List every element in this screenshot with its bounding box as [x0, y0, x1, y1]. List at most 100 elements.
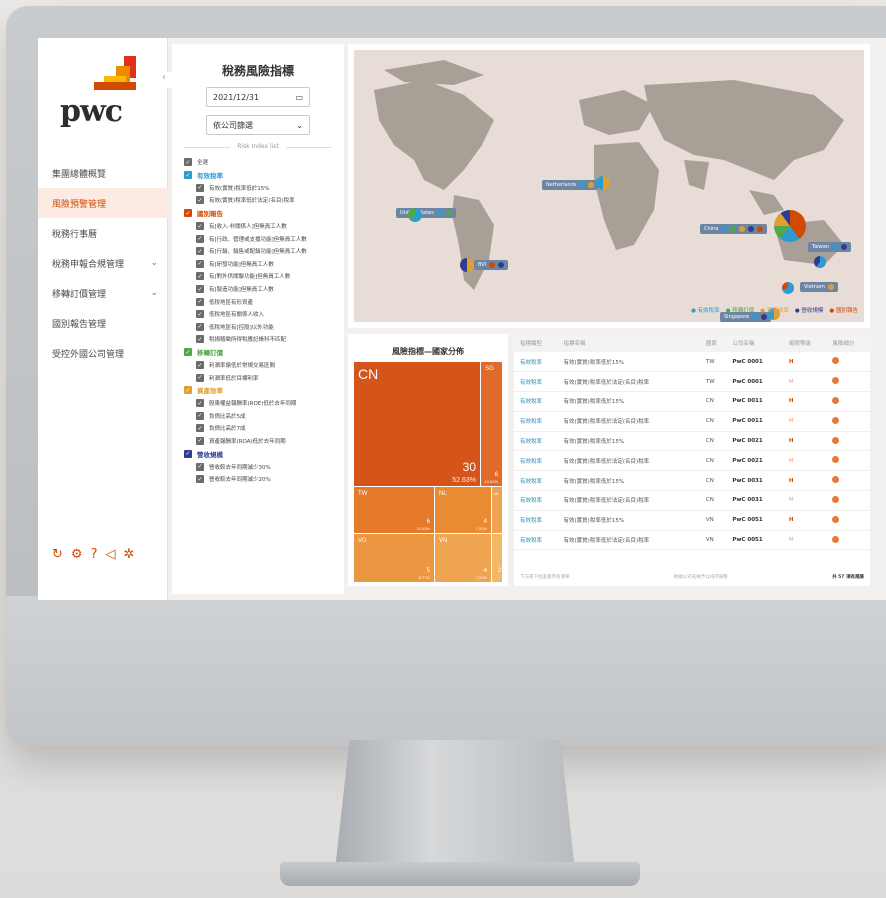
risk-item-checkbox[interactable]: ✓ 營收較去年同期減少20%: [184, 473, 332, 486]
treemap-cell-vg[interactable]: VG 5 8.77%: [354, 534, 434, 582]
table-row[interactable]: 有效稅率 有效(實質)稅率低於法定(名目)稅率 TW PwC 0001 M: [514, 371, 870, 393]
map-label-vietnam[interactable]: Vietnam: [800, 282, 838, 292]
treemap-cell-other[interactable]: 2: [492, 534, 502, 582]
table-row[interactable]: 有效稅率 有效(實質)稅率低於法定(名目)稅率 VN PwC 0051 M: [514, 530, 870, 551]
treemap-cell-sg[interactable]: SG 6 10.53%: [481, 362, 502, 486]
risk-detail-cell[interactable]: [826, 411, 870, 432]
table-row[interactable]: 有效稅率 有效(實質)稅率低於15% CN PwC 0021 H: [514, 431, 870, 452]
risk-detail-cell[interactable]: [826, 352, 870, 373]
risk-item-checkbox[interactable]: ✓ 低稅地區有[控股]以外功能: [184, 321, 332, 334]
column-header[interactable]: 公司名稱: [726, 334, 783, 352]
column-header[interactable]: 風險等級: [782, 334, 827, 352]
sidebar-item-2[interactable]: 稅務行事曆: [38, 218, 168, 248]
risk-item-checkbox[interactable]: ✓ 有效(實質)稅率低於15%: [184, 182, 332, 195]
sidebar-item-1[interactable]: 風險預警管理: [38, 188, 168, 218]
risk-item-checkbox[interactable]: ✓ 有[對外供關聯功能]但無員工人數: [184, 270, 332, 283]
column-header[interactable]: 指標名稱: [557, 334, 700, 352]
risk-detail-icon[interactable]: [832, 456, 840, 464]
indicator-type-cell[interactable]: 有效稅率: [514, 450, 558, 472]
pie-united-states[interactable]: [408, 208, 422, 222]
risk-detail-icon[interactable]: [832, 357, 840, 365]
risk-item-checkbox[interactable]: ✓ 有[行銷、銷售或配銷功能]但無員工人數: [184, 245, 332, 258]
treemap-cell-tw[interactable]: TW 6 10.53%: [354, 487, 434, 533]
help-icon[interactable]: ?: [91, 547, 98, 562]
indicator-type-cell[interactable]: 有效稅率: [514, 391, 558, 412]
map-label-bvi[interactable]: BVI: [474, 260, 509, 270]
risk-detail-cell[interactable]: [826, 450, 870, 472]
map-label-united-states[interactable]: United States: [396, 208, 456, 218]
indicator-type-cell[interactable]: 有效稅率: [514, 431, 558, 452]
pie-china[interactable]: [774, 210, 806, 242]
indicator-type-cell[interactable]: 有效稅率: [514, 510, 558, 531]
risk-item-checkbox[interactable]: ✓ 負債比高於5成: [184, 410, 332, 423]
legend-item[interactable]: ● 移轉訂價: [726, 306, 755, 314]
risk-group-checkbox[interactable]: ✓ 營收規模: [184, 447, 332, 460]
indicator-type-cell[interactable]: 有效稅率: [514, 411, 558, 432]
treemap-cell-uk[interactable]: UK: [492, 487, 502, 533]
pie-vietnam[interactable]: [782, 282, 794, 294]
risk-item-checkbox[interactable]: ✓ 有效(實質)稅率低於法定(名目)稅率: [184, 194, 332, 207]
risk-detail-icon[interactable]: [832, 476, 840, 484]
table-row[interactable]: 有效稅率 有效(實質)稅率低於法定(名目)稅率 CN PwC 0011 M: [514, 411, 870, 432]
risk-group-checkbox[interactable]: ✓ 資產效率: [184, 384, 332, 397]
legend-item[interactable]: ● 國別報告: [829, 306, 858, 314]
treemap-cell-cn[interactable]: CN 30 52.63%: [354, 362, 480, 486]
risk-detail-cell[interactable]: [826, 510, 870, 531]
collapse-sidebar-icon[interactable]: ‹: [162, 72, 172, 88]
risk-detail-icon[interactable]: [832, 515, 840, 523]
column-header[interactable]: 指標類型: [514, 334, 558, 352]
column-header[interactable]: 國家: [699, 334, 727, 352]
date-picker[interactable]: 2021/12/31 ▭: [206, 87, 310, 107]
risk-item-checkbox[interactable]: ✓ 低稅地區有形資產: [184, 295, 332, 308]
risk-item-checkbox[interactable]: ✓ 股東權益報酬率(ROE)低於去年同期: [184, 397, 332, 410]
risk-detail-icon[interactable]: [832, 495, 840, 503]
indicator-type-cell[interactable]: 有效稅率: [514, 352, 558, 373]
table-row[interactable]: 有效稅率 有效(實質)稅率低於15% VN PwC 0051 H: [514, 510, 870, 531]
risk-detail-cell[interactable]: [826, 371, 870, 393]
risk-group-checkbox[interactable]: ✓ 移轉訂價: [184, 346, 332, 359]
table-row[interactable]: 有效稅率 有效(實質)稅率低於15% CN PwC 0031 H: [514, 470, 870, 492]
announce-icon[interactable]: ◁: [105, 547, 115, 562]
indicator-type-cell[interactable]: 有效稅率: [514, 490, 558, 511]
sidebar-item-6[interactable]: 受控外國公司管理: [38, 338, 168, 368]
risk-group-checkbox[interactable]: ✓ 有效稅率: [184, 169, 332, 182]
treemap-cell-vn[interactable]: VN 4 7.02%: [435, 534, 491, 582]
indicator-type-cell[interactable]: 有效稅率: [514, 470, 558, 492]
indicator-type-cell[interactable]: 有效稅率: [514, 371, 558, 393]
risk-group-checkbox[interactable]: ✓ 國別報告: [184, 207, 332, 220]
risk-item-checkbox[interactable]: ✓ 有[收入-非關係人]但無員工人數: [184, 220, 332, 233]
risk-item-checkbox[interactable]: ✓ 有[行政、管理或支援功能]但無員工人數: [184, 232, 332, 245]
legend-item[interactable]: ● 資產效率: [760, 306, 789, 314]
table-row[interactable]: 有效稅率 有效(實質)稅率低於法定(名目)稅率 CN PwC 0021 M: [514, 450, 870, 472]
risk-detail-cell[interactable]: [826, 431, 870, 452]
treemap-cell-nl[interactable]: NL 4 7.02%: [435, 487, 491, 533]
column-header[interactable]: 風險細分: [826, 334, 870, 352]
map-label-netherlands[interactable]: Netherlands: [542, 180, 599, 190]
pie-taiwan[interactable]: [814, 256, 826, 268]
sidebar-item-5[interactable]: 國別報告管理: [38, 308, 168, 338]
company-filter-select[interactable]: 依公司篩選 ⌄: [206, 115, 310, 135]
risk-item-checkbox[interactable]: ✓ 有[製造功能]但無員工人數: [184, 283, 332, 296]
risk-item-checkbox[interactable]: ✓ 資產報酬率(ROA)低於去年同期: [184, 435, 332, 448]
risk-item-checkbox[interactable]: ✓ 稅捐稽徵所得稅應記帳科不匹配: [184, 333, 332, 346]
risk-item-checkbox[interactable]: ✓ 利潤率偏低於常規交易區間: [184, 359, 332, 372]
risk-item-checkbox[interactable]: ✓ 利潤率低於目標利率: [184, 371, 332, 384]
risk-item-checkbox[interactable]: ✓ 負債比高於7成: [184, 422, 332, 435]
sidebar-item-0[interactable]: 集團總體概覽: [38, 158, 168, 188]
risk-item-checkbox[interactable]: ✓ 有[研發功能]但無員工人數: [184, 258, 332, 271]
risk-detail-cell[interactable]: [826, 470, 870, 492]
legend-item[interactable]: ● 營收規模: [795, 306, 824, 314]
risk-detail-cell[interactable]: [826, 490, 870, 511]
risk-detail-cell[interactable]: [826, 391, 870, 412]
risk-item-checkbox[interactable]: ✓ 低稅地區有關係人收入: [184, 308, 332, 321]
risk-detail-icon[interactable]: [832, 535, 840, 543]
risk-detail-icon[interactable]: [832, 436, 840, 444]
select-all-checkbox[interactable]: ✓ 全選: [184, 156, 332, 169]
sidebar-item-4[interactable]: 移轉訂價管理 ⌄: [38, 278, 168, 308]
logout-icon[interactable]: ↻: [52, 547, 63, 562]
table-row[interactable]: 有效稅率 有效(實質)稅率低於15% TW PwC 0001 H: [514, 352, 870, 373]
legend-item[interactable]: ● 有效稅率: [691, 306, 720, 314]
pie-bvi[interactable]: [460, 258, 474, 272]
sidebar-item-3[interactable]: 稅務申報合規管理 ⌄: [38, 248, 168, 278]
risk-detail-icon[interactable]: [832, 396, 840, 404]
